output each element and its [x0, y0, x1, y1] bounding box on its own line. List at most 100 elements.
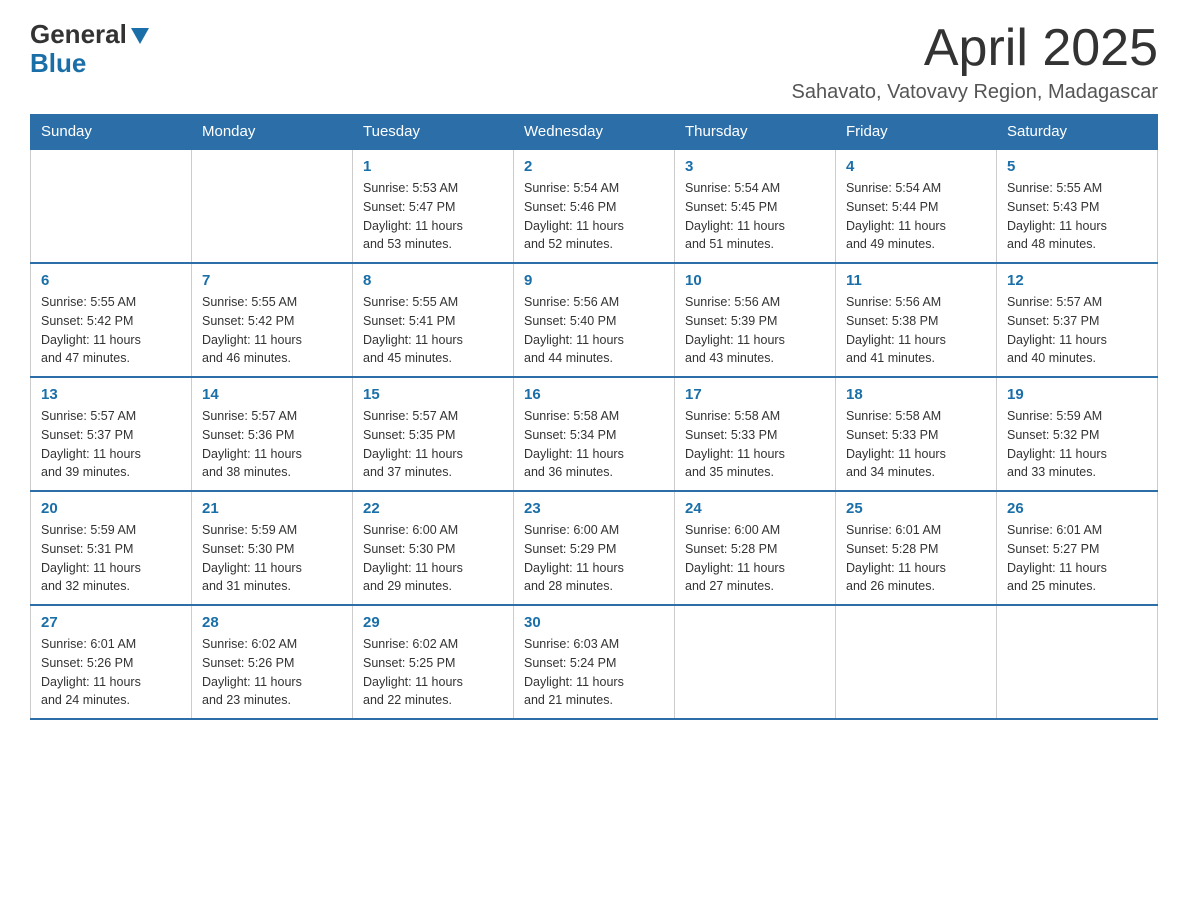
calendar-cell: 24 Sunrise: 6:00 AMSunset: 5:28 PMDayligh…: [675, 491, 836, 605]
week-row-4: 20 Sunrise: 5:59 AMSunset: 5:31 PMDayligh…: [31, 491, 1158, 605]
calendar-cell: 28 Sunrise: 6:02 AMSunset: 5:26 PMDayligh…: [192, 605, 353, 719]
weekday-header-sunday: Sunday: [31, 115, 192, 150]
week-row-2: 6Sunrise: 5:55 AMSunset: 5:42 PMDaylight…: [31, 263, 1158, 377]
calendar-cell: 15Sunrise: 5:57 AMSunset: 5:35 PMDayligh…: [353, 377, 514, 491]
calendar-cell: 8 Sunrise: 5:55 AMSunset: 5:41 PMDaylight…: [353, 263, 514, 377]
day-info: Sunrise: 5:57 AMSunset: 5:37 PMDaylight:…: [1007, 293, 1147, 368]
day-number: 18: [846, 386, 986, 403]
day-number: 5: [1007, 158, 1147, 175]
day-info: Sunrise: 5:55 AMSunset: 5:41 PMDaylight:…: [363, 293, 503, 368]
logo-triangle-icon: [129, 24, 151, 46]
day-info: Sunrise: 5:56 AMSunset: 5:40 PMDaylight:…: [524, 293, 664, 368]
weekday-header-thursday: Thursday: [675, 115, 836, 150]
calendar-cell: 14Sunrise: 5:57 AMSunset: 5:36 PMDayligh…: [192, 377, 353, 491]
day-number: 4: [846, 158, 986, 175]
page-header: General Blue April 2025 Sahavato, Vatova…: [30, 20, 1158, 104]
calendar-cell: [31, 149, 192, 263]
calendar-cell: 27Sunrise: 6:01 AMSunset: 5:26 PMDayligh…: [31, 605, 192, 719]
day-number: 15: [363, 386, 503, 403]
day-info: Sunrise: 5:59 AMSunset: 5:32 PMDaylight:…: [1007, 407, 1147, 482]
day-info: Sunrise: 5:59 AMSunset: 5:31 PMDaylight:…: [41, 521, 181, 596]
weekday-header-tuesday: Tuesday: [353, 115, 514, 150]
day-number: 28: [202, 614, 342, 631]
day-info: Sunrise: 6:02 AMSunset: 5:26 PMDaylight:…: [202, 635, 342, 710]
calendar-cell: 7 Sunrise: 5:55 AMSunset: 5:42 PMDaylight…: [192, 263, 353, 377]
calendar-cell: 25 Sunrise: 6:01 AMSunset: 5:28 PMDayligh…: [836, 491, 997, 605]
day-info: Sunrise: 5:54 AMSunset: 5:44 PMDaylight:…: [846, 179, 986, 254]
week-row-3: 13 Sunrise: 5:57 AMSunset: 5:37 PMDayligh…: [31, 377, 1158, 491]
day-info: Sunrise: 5:54 AMSunset: 5:46 PMDaylight:…: [524, 179, 664, 254]
day-number: 3: [685, 158, 825, 175]
day-info: Sunrise: 6:03 AMSunset: 5:24 PMDaylight:…: [524, 635, 664, 710]
calendar-header: SundayMondayTuesdayWednesdayThursdayFrid…: [31, 115, 1158, 150]
calendar-cell: 4 Sunrise: 5:54 AMSunset: 5:44 PMDaylight…: [836, 149, 997, 263]
day-number: 17: [685, 386, 825, 403]
day-number: 7: [202, 272, 342, 289]
day-number: 20: [41, 500, 181, 517]
calendar-table: SundayMondayTuesdayWednesdayThursdayFrid…: [30, 114, 1158, 720]
calendar-cell: 22 Sunrise: 6:00 AMSunset: 5:30 PMDayligh…: [353, 491, 514, 605]
day-info: Sunrise: 5:56 AMSunset: 5:39 PMDaylight:…: [685, 293, 825, 368]
day-info: Sunrise: 5:57 AMSunset: 5:37 PMDaylight:…: [41, 407, 181, 482]
day-info: Sunrise: 6:02 AMSunset: 5:25 PMDaylight:…: [363, 635, 503, 710]
calendar-cell: 29 Sunrise: 6:02 AMSunset: 5:25 PMDayligh…: [353, 605, 514, 719]
day-info: Sunrise: 6:01 AMSunset: 5:27 PMDaylight:…: [1007, 521, 1147, 596]
calendar-cell: 3 Sunrise: 5:54 AMSunset: 5:45 PMDaylight…: [675, 149, 836, 263]
day-number: 23: [524, 500, 664, 517]
day-info: Sunrise: 5:55 AMSunset: 5:42 PMDaylight:…: [41, 293, 181, 368]
day-info: Sunrise: 5:58 AMSunset: 5:33 PMDaylight:…: [846, 407, 986, 482]
day-info: Sunrise: 6:00 AMSunset: 5:29 PMDaylight:…: [524, 521, 664, 596]
calendar-cell: 16Sunrise: 5:58 AMSunset: 5:34 PMDayligh…: [514, 377, 675, 491]
weekday-header-saturday: Saturday: [997, 115, 1158, 150]
location-subtitle: Sahavato, Vatovavy Region, Madagascar: [791, 81, 1158, 104]
day-number: 2: [524, 158, 664, 175]
day-info: Sunrise: 6:01 AMSunset: 5:28 PMDaylight:…: [846, 521, 986, 596]
calendar-cell: 13 Sunrise: 5:57 AMSunset: 5:37 PMDayligh…: [31, 377, 192, 491]
day-number: 21: [202, 500, 342, 517]
calendar-cell: 6Sunrise: 5:55 AMSunset: 5:42 PMDaylight…: [31, 263, 192, 377]
day-number: 29: [363, 614, 503, 631]
week-row-5: 27Sunrise: 6:01 AMSunset: 5:26 PMDayligh…: [31, 605, 1158, 719]
logo: General Blue: [30, 20, 151, 77]
day-info: Sunrise: 5:55 AMSunset: 5:42 PMDaylight:…: [202, 293, 342, 368]
day-info: Sunrise: 5:55 AMSunset: 5:43 PMDaylight:…: [1007, 179, 1147, 254]
calendar-cell: 20 Sunrise: 5:59 AMSunset: 5:31 PMDayligh…: [31, 491, 192, 605]
day-number: 24: [685, 500, 825, 517]
weekday-header-row: SundayMondayTuesdayWednesdayThursdayFrid…: [31, 115, 1158, 150]
day-number: 9: [524, 272, 664, 289]
day-number: 8: [363, 272, 503, 289]
weekday-header-friday: Friday: [836, 115, 997, 150]
calendar-cell: 9 Sunrise: 5:56 AMSunset: 5:40 PMDaylight…: [514, 263, 675, 377]
day-number: 10: [685, 272, 825, 289]
calendar-cell: 1Sunrise: 5:53 AMSunset: 5:47 PMDaylight…: [353, 149, 514, 263]
day-number: 11: [846, 272, 986, 289]
calendar-cell: 19Sunrise: 5:59 AMSunset: 5:32 PMDayligh…: [997, 377, 1158, 491]
day-number: 13: [41, 386, 181, 403]
day-info: Sunrise: 5:54 AMSunset: 5:45 PMDaylight:…: [685, 179, 825, 254]
day-info: Sunrise: 5:58 AMSunset: 5:33 PMDaylight:…: [685, 407, 825, 482]
weekday-header-monday: Monday: [192, 115, 353, 150]
day-info: Sunrise: 5:59 AMSunset: 5:30 PMDaylight:…: [202, 521, 342, 596]
day-info: Sunrise: 6:00 AMSunset: 5:28 PMDaylight:…: [685, 521, 825, 596]
day-number: 1: [363, 158, 503, 175]
day-number: 27: [41, 614, 181, 631]
logo-blue-text: Blue: [30, 48, 86, 78]
logo-general-text: General: [30, 20, 127, 49]
title-area: April 2025 Sahavato, Vatovavy Region, Ma…: [791, 20, 1158, 104]
calendar-cell: 5 Sunrise: 5:55 AMSunset: 5:43 PMDaylight…: [997, 149, 1158, 263]
day-number: 30: [524, 614, 664, 631]
calendar-cell: 11 Sunrise: 5:56 AMSunset: 5:38 PMDayligh…: [836, 263, 997, 377]
calendar-cell: 12Sunrise: 5:57 AMSunset: 5:37 PMDayligh…: [997, 263, 1158, 377]
calendar-cell: 26Sunrise: 6:01 AMSunset: 5:27 PMDayligh…: [997, 491, 1158, 605]
calendar-cell: [997, 605, 1158, 719]
day-info: Sunrise: 5:56 AMSunset: 5:38 PMDaylight:…: [846, 293, 986, 368]
calendar-cell: 10 Sunrise: 5:56 AMSunset: 5:39 PMDayligh…: [675, 263, 836, 377]
calendar-cell: 30 Sunrise: 6:03 AMSunset: 5:24 PMDayligh…: [514, 605, 675, 719]
calendar-cell: [192, 149, 353, 263]
calendar-cell: 17 Sunrise: 5:58 AMSunset: 5:33 PMDayligh…: [675, 377, 836, 491]
day-number: 22: [363, 500, 503, 517]
day-number: 25: [846, 500, 986, 517]
calendar-cell: [836, 605, 997, 719]
day-info: Sunrise: 6:00 AMSunset: 5:30 PMDaylight:…: [363, 521, 503, 596]
day-info: Sunrise: 5:58 AMSunset: 5:34 PMDaylight:…: [524, 407, 664, 482]
